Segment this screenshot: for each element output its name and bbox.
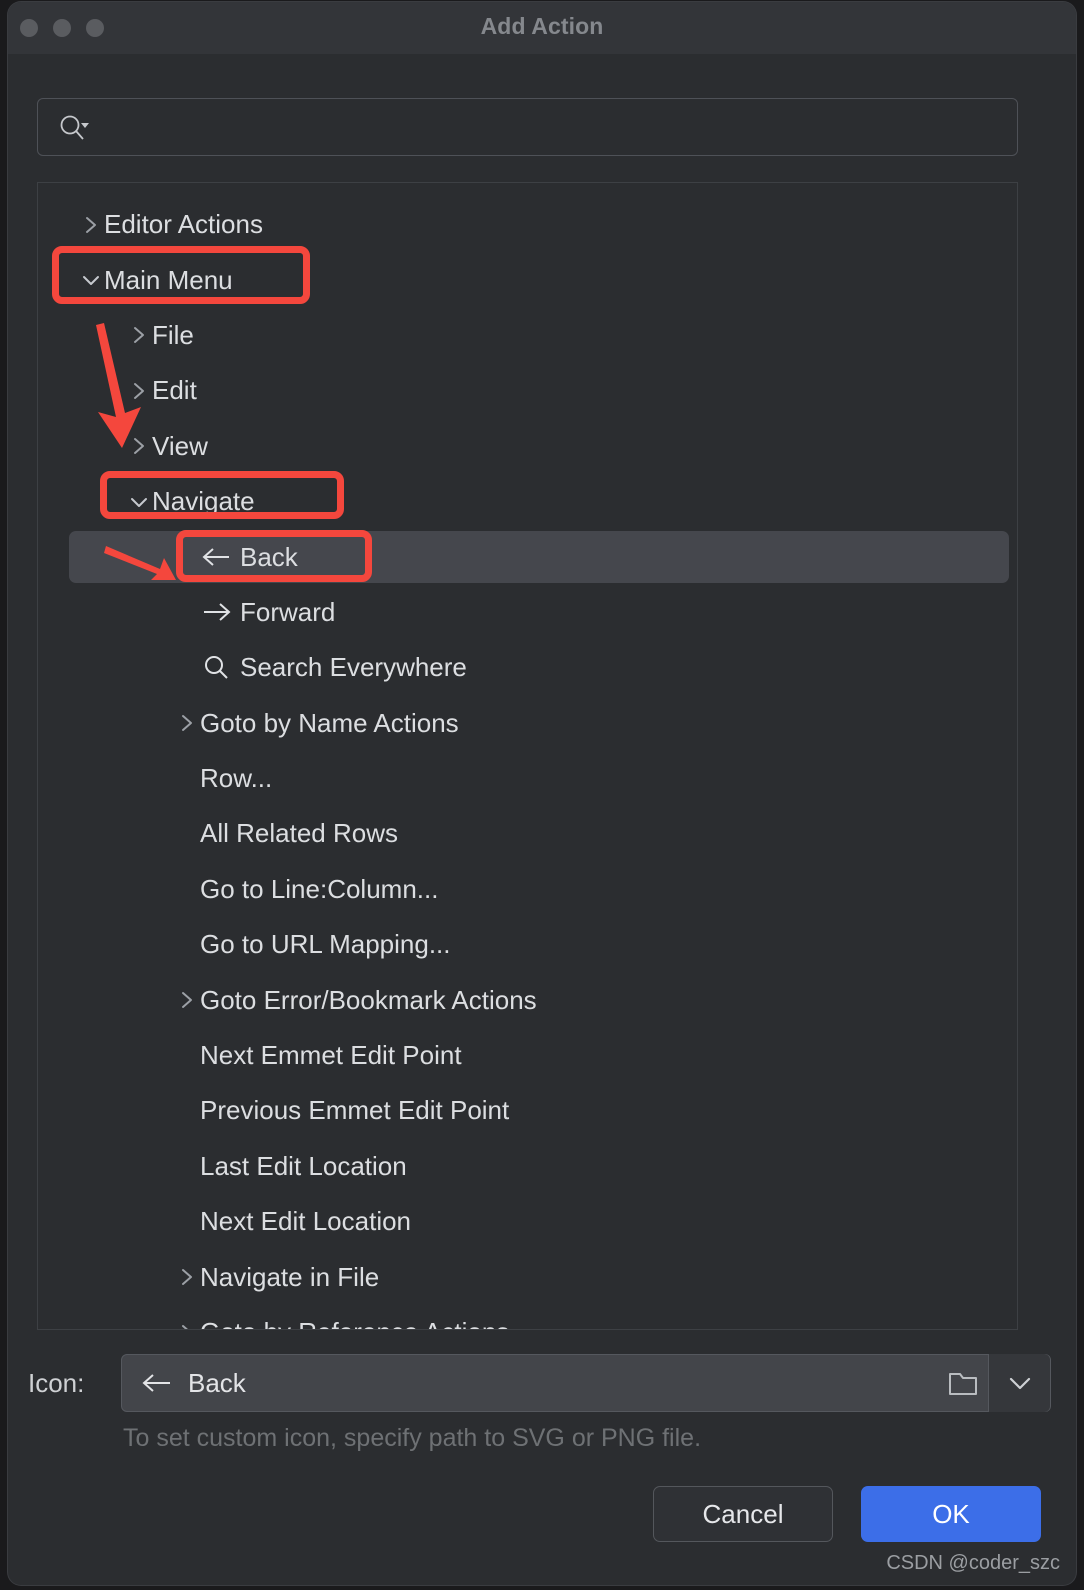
chevron-right-icon[interactable] xyxy=(174,710,200,736)
icon-field-label: Icon: xyxy=(28,1368,84,1399)
actions-tree-list: Editor Actions Main Menu File Edit View Navig… xyxy=(38,197,1017,1330)
tree-row-label: Main Menu xyxy=(104,265,233,296)
tree-row-label: Back xyxy=(240,542,298,573)
tree-row-label: Navigate xyxy=(152,486,255,517)
search-input[interactable] xyxy=(100,99,1004,157)
tree-row-label: Previous Emmet Edit Point xyxy=(200,1095,509,1126)
window-titlebar: Add Action xyxy=(8,2,1076,54)
tree-row[interactable]: Go to Line:Column... xyxy=(38,862,1017,917)
tree-row-label: Goto Error/Bookmark Actions xyxy=(200,985,537,1016)
tree-row-label: Go to Line:Column... xyxy=(200,874,438,905)
actions-tree-panel[interactable]: Editor Actions Main Menu File Edit View Navig… xyxy=(37,182,1018,1330)
cancel-button[interactable]: Cancel xyxy=(653,1486,833,1542)
tree-row[interactable]: Previous Emmet Edit Point xyxy=(38,1083,1017,1138)
tree-row[interactable]: Back xyxy=(38,529,1017,584)
chevron-right-icon[interactable] xyxy=(78,212,104,238)
tree-row-label: Next Edit Location xyxy=(200,1206,411,1237)
tree-row-label: Search Everywhere xyxy=(240,652,467,683)
chevron-right-icon[interactable] xyxy=(126,433,152,459)
tree-row[interactable]: Next Edit Location xyxy=(38,1194,1017,1249)
arrow-left-icon xyxy=(140,1370,174,1396)
tree-row[interactable]: Row... xyxy=(38,751,1017,806)
folder-icon[interactable] xyxy=(941,1364,985,1402)
chevron-right-icon[interactable] xyxy=(126,378,152,404)
add-action-dialog: Add Action Editor ActionsMain MenuFileEd… xyxy=(8,2,1076,1585)
tree-row-label: Goto by Reference Actions xyxy=(200,1317,509,1330)
chevron-right-icon[interactable] xyxy=(126,322,152,348)
tree-row-label: Edit xyxy=(152,375,197,406)
tree-row[interactable]: Navigate in File xyxy=(38,1249,1017,1304)
chevron-right-icon[interactable] xyxy=(174,1264,200,1290)
search-icon[interactable] xyxy=(58,113,92,143)
tree-row[interactable]: Go to URL Mapping... xyxy=(38,917,1017,972)
chevron-down-icon[interactable] xyxy=(988,1354,1050,1412)
tree-row[interactable]: Next Emmet Edit Point xyxy=(38,1028,1017,1083)
tree-row[interactable]: View xyxy=(38,419,1017,474)
tree-row[interactable]: File xyxy=(38,308,1017,363)
search-field[interactable] xyxy=(37,98,1018,156)
chevron-down-icon[interactable] xyxy=(126,489,152,515)
tree-row[interactable]: Forward xyxy=(38,585,1017,640)
chevron-down-icon[interactable] xyxy=(78,267,104,293)
arrow-left-icon xyxy=(200,543,234,571)
tree-row-label: Goto by Name Actions xyxy=(200,708,459,739)
tree-row[interactable]: Goto by Name Actions xyxy=(38,696,1017,751)
tree-row[interactable]: Edit xyxy=(38,363,1017,418)
tree-row-label: Forward xyxy=(240,597,335,628)
tree-row[interactable]: Main Menu xyxy=(38,252,1017,307)
magnifier-icon xyxy=(200,654,234,682)
arrow-right-icon xyxy=(200,598,234,626)
ok-button[interactable]: OK xyxy=(861,1486,1041,1542)
tree-row-label: File xyxy=(152,320,194,351)
chevron-right-icon[interactable] xyxy=(174,1320,200,1331)
tree-row-label: Last Edit Location xyxy=(200,1151,407,1182)
tree-row[interactable]: Search Everywhere xyxy=(38,640,1017,695)
tree-row[interactable]: Last Edit Location xyxy=(38,1139,1017,1194)
tree-row-label: Row... xyxy=(200,763,272,794)
tree-row[interactable]: Navigate xyxy=(38,474,1017,529)
tree-row-label: View xyxy=(152,431,208,462)
tree-row[interactable]: All Related Rows xyxy=(38,806,1017,861)
icon-combobox[interactable]: Back xyxy=(121,1354,1051,1412)
icon-combobox-value[interactable]: Back xyxy=(122,1355,982,1411)
tree-row-label: Go to URL Mapping... xyxy=(200,929,451,960)
icon-field-hint: To set custom icon, specify path to SVG … xyxy=(123,1424,701,1453)
icon-value-text: Back xyxy=(188,1368,246,1399)
tree-row-label: Navigate in File xyxy=(200,1262,379,1293)
tree-row-label: Next Emmet Edit Point xyxy=(200,1040,462,1071)
tree-row-label: All Related Rows xyxy=(200,818,398,849)
watermark: CSDN @coder_szc xyxy=(886,1552,1060,1575)
tree-row[interactable]: Goto Error/Bookmark Actions xyxy=(38,972,1017,1027)
chevron-right-icon[interactable] xyxy=(174,987,200,1013)
tree-row-label: Editor Actions xyxy=(104,209,263,240)
tree-row[interactable]: Goto by Reference Actions xyxy=(38,1305,1017,1330)
tree-row[interactable]: Editor Actions xyxy=(38,197,1017,252)
icon-field-row: Icon: Back xyxy=(8,1352,1076,1414)
window-title: Add Action xyxy=(8,13,1076,40)
